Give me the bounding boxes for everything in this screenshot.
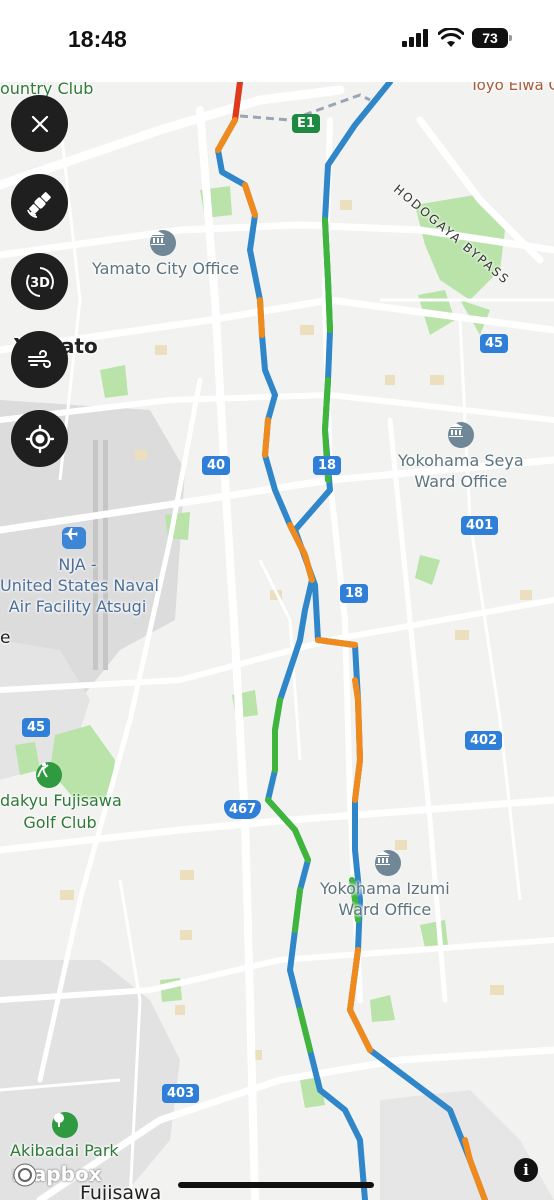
- close-button[interactable]: [11, 95, 68, 152]
- izumi-line2: Ward Office: [338, 900, 432, 919]
- satellite-button[interactable]: [11, 174, 68, 231]
- map-view[interactable]: ountry Club Toyo Elwa G HODOGAYA BYPASS …: [0, 82, 554, 1200]
- government-icon[interactable]: [448, 422, 474, 448]
- status-icons: 73: [402, 28, 512, 48]
- locate-icon: [25, 424, 54, 453]
- yokohama-seya-label: Yokohama Seya Ward Office: [398, 450, 524, 492]
- edge-label: e: [0, 628, 11, 648]
- izumi-line1: Yokohama Izumi: [320, 879, 450, 898]
- nja-line1: NJA -: [58, 555, 97, 574]
- status-bar: 18:48 73: [0, 0, 554, 82]
- nja-atsugi-label: NJA - United States Naval Air Facility A…: [0, 554, 159, 617]
- route-shield-18-south: 18: [340, 584, 369, 603]
- close-icon: [31, 115, 48, 132]
- yamato-city-office-label: Yamato City Office: [92, 259, 240, 278]
- park-icon[interactable]: [52, 1112, 78, 1138]
- route-shield-403: 403: [162, 1084, 200, 1103]
- airport-icon[interactable]: [62, 527, 86, 549]
- nja-line2: United States Naval: [0, 576, 159, 595]
- wifi-icon: [438, 28, 464, 47]
- locate-button[interactable]: [11, 410, 68, 467]
- route-shield-467: 467: [224, 800, 262, 819]
- golf-icon[interactable]: [36, 762, 62, 788]
- satellite-icon: [26, 191, 51, 218]
- home-indicator[interactable]: [178, 1182, 374, 1188]
- cellular-signal-icon: [402, 29, 428, 47]
- nja-line3: Air Facility Atsugi: [8, 597, 147, 616]
- 3d-toggle-button[interactable]: 3D: [11, 253, 68, 310]
- route-shield-401: 401: [461, 516, 499, 535]
- wind-button[interactable]: [11, 331, 68, 388]
- yokohama-seya-line1: Yokohama Seya: [398, 451, 524, 470]
- wind-icon: [27, 349, 51, 368]
- yokohama-seya-line2: Ward Office: [414, 472, 508, 491]
- battery-icon: 73: [472, 28, 512, 48]
- toyo-label: Toyo Elwa G: [470, 82, 554, 94]
- golf-line1: dakyu Fujisawa: [0, 791, 122, 810]
- akibadai-park-label: Akibadai Park: [10, 1141, 119, 1160]
- 3d-icon: 3D: [25, 266, 54, 297]
- info-icon[interactable]: i: [514, 1158, 538, 1182]
- status-time: 18:48: [68, 26, 127, 52]
- government-icon[interactable]: [150, 230, 176, 256]
- 3d-icon-text: 3D: [30, 276, 50, 291]
- golf-club-label: dakyu Fujisawa Golf Club: [0, 790, 122, 834]
- route-shield-40: 40: [202, 456, 231, 475]
- government-icon[interactable]: [375, 850, 401, 876]
- route-shield-18: 18: [313, 456, 342, 475]
- route-shield-45-west: 45: [22, 718, 51, 737]
- route-shield-e1: E1: [292, 114, 320, 133]
- mapbox-icon: [13, 1163, 37, 1187]
- route-shield-45: 45: [480, 334, 509, 353]
- yokohama-izumi-label: Yokohama Izumi Ward Office: [320, 878, 450, 920]
- mapbox-logo[interactable]: mapbox: [12, 1162, 102, 1187]
- battery-level: 73: [482, 30, 498, 46]
- golf-line2: Golf Club: [23, 813, 97, 832]
- route-shield-402: 402: [465, 731, 503, 750]
